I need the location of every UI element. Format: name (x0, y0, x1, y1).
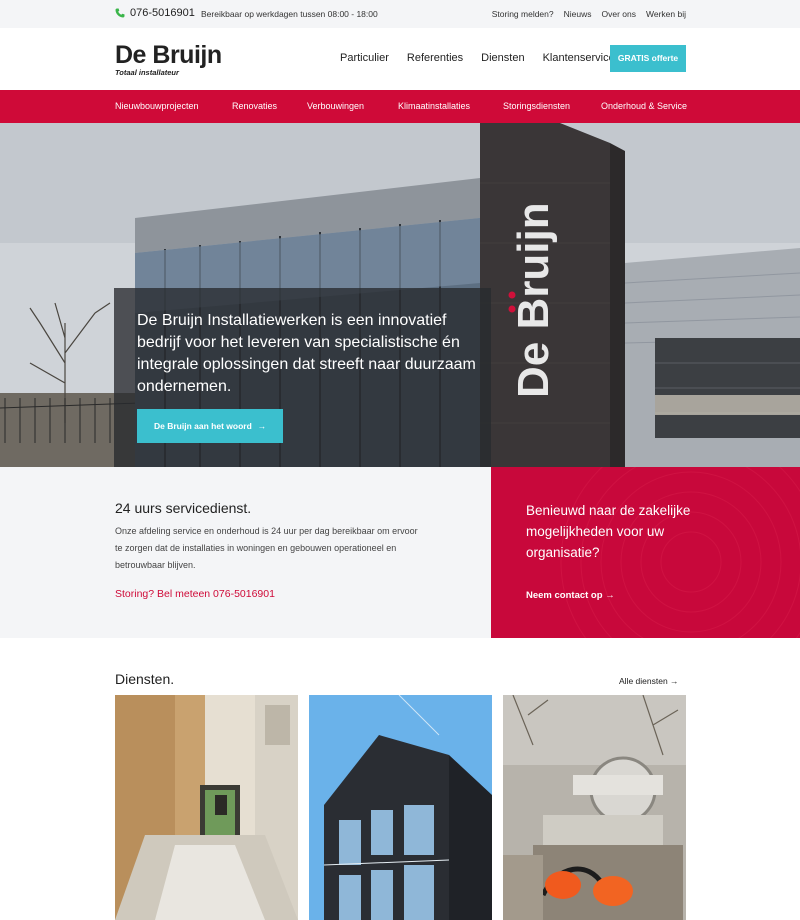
service-card-tools[interactable] (503, 695, 686, 920)
nav-particulier[interactable]: Particulier (340, 52, 389, 64)
service-section: 24 uurs servicedienst. Onze afdeling ser… (0, 467, 491, 638)
contact-section: Benieuwd naar de zakelijke mogelijkheden… (491, 467, 800, 638)
logo-name: De Bruijn (115, 41, 222, 69)
nav-referenties[interactable]: Referenties (407, 52, 463, 64)
service-card-kitchen[interactable] (115, 695, 298, 920)
phone-icon (115, 8, 125, 18)
rednav-storingsdiensten[interactable]: Storingsdiensten (503, 101, 570, 111)
hero-headline: De Bruijn Installatiewerken is een innov… (137, 312, 476, 395)
kitchen-image (115, 695, 298, 920)
top-link-over-ons[interactable]: Over ons (602, 9, 637, 19)
company-video-button[interactable]: De Bruijn aan het woord → (137, 409, 283, 443)
building-image (309, 695, 492, 920)
top-link-werken-bij[interactable]: Werken bij (646, 9, 686, 19)
phone-number[interactable]: 076-5016901 (130, 7, 195, 19)
phone-contact[interactable]: 076-5016901 (115, 7, 195, 19)
rednav-klimaatinstallaties[interactable]: Klimaatinstallaties (398, 101, 470, 111)
emergency-call-link[interactable]: Storing? Bel meteen 076-5016901 (115, 588, 275, 600)
contact-link-label: Neem contact op (526, 590, 603, 601)
rednav-onderhoud-service[interactable]: Onderhoud & Service (601, 101, 687, 111)
all-services-link[interactable]: Alle diensten → (619, 676, 679, 686)
rednav-renovaties[interactable]: Renovaties (232, 101, 277, 111)
logo-tagline: Totaal installateur (115, 68, 179, 77)
hero-text-box: De Bruijn Installatiewerken is een innov… (114, 288, 491, 467)
arrow-right-icon: → (605, 590, 615, 601)
free-quote-button[interactable]: GRATIS offerte (610, 45, 686, 72)
opening-hours: Bereikbaar op werkdagen tussen 08:00 - 1… (201, 9, 378, 19)
arrow-right-icon: → (670, 676, 679, 686)
main-header: De Bruijn Totaal installateur Particulie… (0, 28, 800, 90)
hero-button-label: De Bruijn aan het woord (154, 421, 252, 431)
nav-klantenservice[interactable]: Klantenservice (543, 52, 615, 64)
service-description: Onze afdeling service en onderhoud is 24… (115, 526, 418, 570)
hero-section: De Bruijn De Bruijn Installatiewerken is… (0, 123, 800, 467)
sign-dot (508, 291, 516, 299)
sign-dot (508, 305, 516, 313)
services-nav: Nieuwbouwprojecten Renovaties Verbouwing… (0, 90, 800, 123)
service-card-newbuild[interactable] (309, 695, 492, 920)
all-services-label: Alle diensten (619, 676, 668, 686)
site-logo[interactable]: De Bruijn Totaal installateur (115, 42, 222, 77)
arrow-right-icon: → (257, 421, 267, 431)
rednav-nieuwbouwprojecten[interactable]: Nieuwbouwprojecten (115, 101, 199, 111)
top-link-nieuws[interactable]: Nieuws (564, 9, 592, 19)
contact-title: Benieuwd naar de zakelijke mogelijkheden… (526, 503, 691, 560)
building-sign-text: De Bruijn (509, 202, 558, 398)
top-bar: 076-5016901 Bereikbaar op werkdagen tuss… (0, 0, 800, 28)
diensten-title: Diensten. (115, 671, 175, 687)
top-link-storing[interactable]: Storing melden? (492, 9, 554, 19)
nav-diensten[interactable]: Diensten (481, 52, 524, 64)
top-links: Storing melden? Nieuws Over ons Werken b… (492, 9, 686, 19)
tools-image (503, 695, 686, 920)
service-title: 24 uurs servicedienst. (115, 500, 252, 516)
contact-link[interactable]: Neem contact op → (526, 590, 615, 601)
main-nav: Particulier Referenties Diensten Klanten… (340, 52, 633, 64)
rednav-verbouwingen[interactable]: Verbouwingen (307, 101, 364, 111)
